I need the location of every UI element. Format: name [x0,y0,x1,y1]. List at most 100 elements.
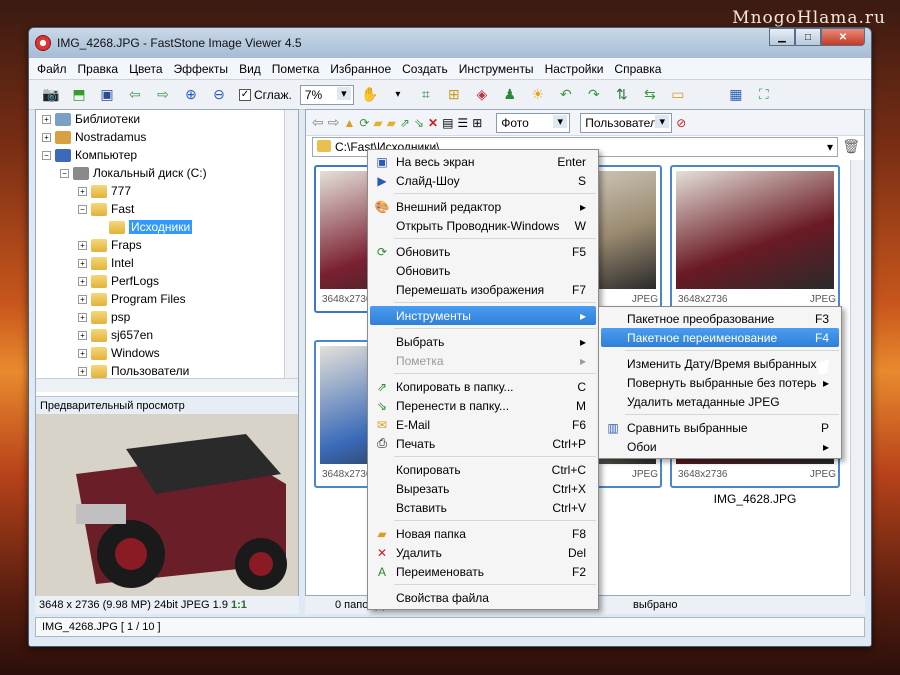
tree-item[interactable]: + Библиотеки [36,110,298,128]
expand-toggle-icon[interactable]: + [78,258,87,268]
sort-select[interactable]: Пользовател [580,112,673,133]
folder-icon-2[interactable]: ▰ [387,116,396,130]
tree-item[interactable]: + Program Files [36,290,298,308]
menu-8[interactable]: Инструменты [459,62,534,76]
move-to-icon[interactable]: ⇘ [414,116,424,130]
menu-item[interactable]: Пометка ▸ [370,351,596,370]
color-icon[interactable]: ◈ [470,83,494,107]
expand-toggle-icon[interactable]: + [42,132,51,142]
tree-item[interactable]: + Windows [36,344,298,362]
detail-view-icon[interactable]: ⊞ [472,116,482,130]
zoom-out-icon[interactable]: ⊖ [207,83,231,107]
menu-item[interactable]: ⇘ Перенести в папку... M [370,396,596,415]
menu-item[interactable]: Вставить Ctrl+V [370,498,596,517]
recycle-icon[interactable]: 🗑 [842,138,860,155]
menu-item[interactable]: Повернуть выбранные без потерь ▸ [601,373,839,392]
resize-icon[interactable]: ⊞ [442,83,466,107]
app-icon[interactable] [35,35,51,51]
crop-icon[interactable]: ⌗ [414,83,438,107]
dropdown-icon[interactable]: ▾ [386,83,410,107]
tree-item[interactable]: − Локальный диск (C:) [36,164,298,182]
menu-6[interactable]: Избранное [330,62,391,76]
compare-tool-icon[interactable]: ⇆ [638,83,662,107]
tree-item[interactable]: + PerfLogs [36,272,298,290]
menu-10[interactable]: Справка [614,62,661,76]
copy-to-icon[interactable]: ⇗ [400,116,410,130]
sun-icon[interactable]: ☀ [526,83,550,107]
layout-icon[interactable]: ▦ [724,83,748,107]
delete-tool-icon[interactable]: ✕ [428,116,438,130]
zoom-in-icon[interactable]: ⊕ [179,83,203,107]
save-icon[interactable]: ▣ [95,83,119,107]
menu-3[interactable]: Эффекты [174,62,229,76]
tree-item[interactable]: +777 [36,182,298,200]
filter-select[interactable]: Фото [496,112,571,133]
expand-toggle-icon[interactable]: − [60,168,69,178]
expand-toggle-icon[interactable]: + [78,312,87,322]
tree-item[interactable]: − Компьютер [36,146,298,164]
menu-9[interactable]: Настройки [545,62,604,76]
menu-item[interactable]: Копировать Ctrl+C [370,460,596,479]
tree-item[interactable]: Исходники [36,218,298,236]
menu-item[interactable]: ✉ E-Mail F6 [370,415,596,434]
tree-item[interactable]: + psp [36,308,298,326]
flip-icon[interactable]: ⇅ [610,83,634,107]
menu-item[interactable]: ⇗ Копировать в папку... C [370,377,596,396]
expand-toggle-icon[interactable]: + [42,114,51,124]
menu-item[interactable]: Свойства файла [370,588,596,607]
close-button[interactable]: ✕ [821,28,865,46]
menu-item[interactable]: ▶ Слайд-Шоу S [370,171,596,190]
minimize-button[interactable]: ▁ [769,28,795,46]
scale-label[interactable]: 1:1 [231,599,247,611]
tree-horizontal-scrollbar[interactable] [36,378,298,392]
zoom-select[interactable]: 7% [299,84,354,105]
tree-vertical-scrollbar[interactable] [284,110,298,380]
expand-toggle-icon[interactable]: + [78,294,87,304]
menu-item[interactable]: Изменить Дату/Время выбранных [601,354,839,373]
slideshow-tool-icon[interactable]: ▭ [666,83,690,107]
menu-item[interactable]: ▰ Новая папка F8 [370,524,596,543]
menu-item[interactable]: Выбрать ▸ [370,332,596,351]
open-folder-icon[interactable]: ⬒ [67,83,91,107]
expand-toggle-icon[interactable]: + [78,330,87,340]
tree-item[interactable]: − Fast [36,200,298,218]
menu-item[interactable]: Обои ▸ [601,437,839,456]
menu-item[interactable]: ▣ На весь экран Enter [370,152,596,171]
rotate-right-icon[interactable]: ↷ [582,83,606,107]
forward-icon[interactable]: ⇨ [328,114,340,131]
up-folder-icon[interactable]: ▲ [343,116,355,130]
menu-item[interactable]: ⎙ Печать Ctrl+P [370,434,596,453]
hand-tool-icon[interactable]: ✋ [358,83,382,107]
tree-item[interactable]: + Nostradamus [36,128,298,146]
refresh-folder-icon[interactable]: ⟳ [359,116,369,130]
expand-toggle-icon[interactable]: + [78,240,87,250]
prev-image-icon[interactable]: ⇦ [123,83,147,107]
stamp-icon[interactable]: ♟ [498,83,522,107]
camera-icon[interactable]: 📷 [39,83,63,107]
menu-item[interactable]: Удалить метаданные JPEG [601,392,839,411]
menu-item[interactable]: Пакетное преобразование F3 [601,309,839,328]
menu-1[interactable]: Правка [78,62,119,76]
rotate-left-icon[interactable]: ↶ [554,83,578,107]
menu-item[interactable]: ⟳ Обновить F5 [370,242,596,261]
menu-item[interactable]: Перемешать изображения F7 [370,280,596,299]
menu-item[interactable]: ✕ Удалить Del [370,543,596,562]
title-bar[interactable]: IMG_4268.JPG - FastStone Image Viewer 4.… [29,28,871,58]
menu-item[interactable]: Вырезать Ctrl+X [370,479,596,498]
thumbnail[interactable]: 3648x2736 JPEG [670,165,840,313]
next-image-icon[interactable]: ⇨ [151,83,175,107]
menu-0[interactable]: Файл [37,62,67,76]
tree-item[interactable]: + Intel [36,254,298,272]
expand-toggle-icon[interactable]: + [78,366,87,376]
menu-item[interactable]: Пакетное переименование F4 [601,328,839,347]
tree-item[interactable]: + Fraps [36,236,298,254]
fullscreen-tool-icon[interactable]: ⛶ [752,83,776,107]
thumbs-scrollbar[interactable] [850,160,864,596]
path-dropdown-icon[interactable]: ▾ [827,138,833,156]
expand-toggle-icon[interactable]: − [78,204,87,214]
menu-2[interactable]: Цвета [129,62,162,76]
smooth-checkbox[interactable]: ✓ Сглаж. [239,88,292,102]
menu-7[interactable]: Создать [402,62,448,76]
thumb-view-icon[interactable]: ▤ [442,116,453,130]
folder-icon[interactable]: ▰ [373,116,382,130]
